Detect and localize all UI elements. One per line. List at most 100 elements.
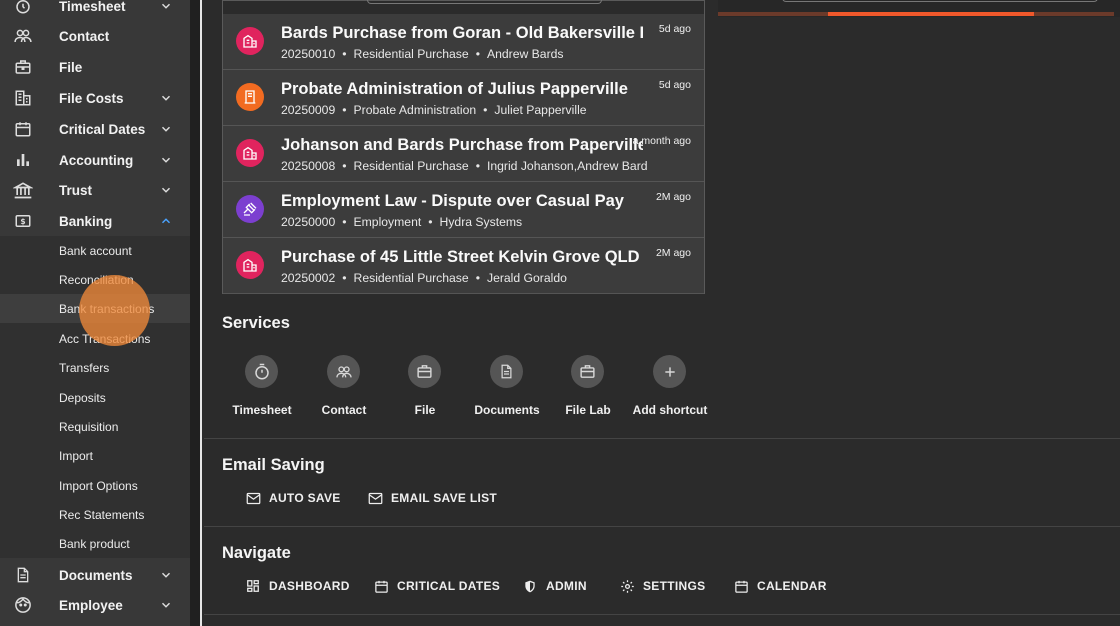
stopwatch-icon: [12, 0, 34, 17]
progress-bar-fill: [828, 12, 1034, 16]
submenu-item-label: Acc Transactions: [59, 331, 151, 346]
sidebar-item-file-costs[interactable]: File Costs: [0, 83, 190, 113]
admin-button[interactable]: ADMIN: [522, 572, 587, 600]
sidebar-item-banking[interactable]: $ Banking: [0, 206, 190, 236]
sidebar-item-timesheet[interactable]: Timesheet: [0, 0, 190, 21]
separator-dot: •: [475, 159, 480, 173]
residential-icon: [236, 139, 264, 167]
shortcut-timesheet[interactable]: Timesheet: [217, 355, 307, 420]
chevron-down-icon: [161, 187, 171, 193]
face-icon: [12, 594, 34, 616]
critical-dates-button[interactable]: CRITICAL DATES: [373, 572, 500, 600]
settings-button[interactable]: SETTINGS: [619, 572, 705, 600]
shortcut-add[interactable]: Add shortcut: [625, 355, 715, 420]
submenu-item-bank-transactions[interactable]: Bank transactions: [0, 294, 190, 323]
sidebar-item-documents[interactable]: Documents: [0, 560, 190, 590]
services-title: Services: [222, 314, 290, 332]
file-list-item[interactable]: Bards Purchase from Goran - Old Bakersvi…: [223, 14, 704, 70]
file-type: Residential Purchase: [353, 271, 469, 285]
bank-icon: [12, 179, 34, 201]
sidebar-item-trust[interactable]: Trust: [0, 175, 190, 205]
briefcase-icon: [408, 355, 441, 388]
shortcut-documents[interactable]: Documents: [462, 355, 552, 420]
progress-bar: [718, 12, 1114, 16]
file-timestamp: 2M ago: [655, 191, 691, 203]
separator-dot: •: [475, 47, 480, 61]
bar-chart-icon: [12, 149, 34, 171]
dollar-bill-icon: $: [12, 210, 34, 232]
mail-icon: [245, 490, 261, 506]
divider: [204, 438, 1120, 439]
shortcut-label: Timesheet: [232, 403, 292, 417]
calendar-button[interactable]: CALENDAR: [733, 572, 827, 600]
submenu-item-label: Bank transactions: [59, 301, 155, 316]
file-timestamp: 2M ago: [655, 247, 691, 259]
button-label: AUTO SAVE: [269, 491, 341, 505]
file-list-item[interactable]: Johanson and Bards Purchase from Papervi…: [223, 126, 704, 182]
submenu-item-bank-product[interactable]: Bank product: [0, 529, 190, 558]
submenu-item-transfers[interactable]: Transfers: [0, 353, 190, 382]
sidebar-item-label: Trust: [59, 182, 93, 198]
file-title: Bards Purchase from Goran - Old Bakersvi…: [281, 24, 643, 42]
submenu-item-import-options[interactable]: Import Options: [0, 471, 190, 500]
submenu-item-rec-statements[interactable]: Rec Statements: [0, 500, 190, 529]
separator-dot: •: [342, 47, 347, 61]
chevron-down-icon: [161, 95, 171, 101]
submenu-item-acc-transactions[interactable]: Acc Transactions: [0, 324, 190, 353]
button-label: EMAIL SAVE LIST: [391, 491, 498, 505]
gavel-icon: [236, 195, 264, 223]
submenu-item-label: Rec Statements: [59, 507, 145, 522]
submenu-item-label: Reconciliation: [59, 272, 134, 287]
email-save-list-button[interactable]: EMAIL SAVE LIST: [367, 484, 497, 512]
file-title: Probate Administration of Julius Papperv…: [281, 80, 628, 98]
submenu-item-label: Transfers: [59, 360, 110, 375]
file-title: Johanson and Bards Purchase from Papervi…: [281, 136, 643, 154]
sidebar-item-contact[interactable]: Contact: [0, 21, 190, 51]
file-list-item[interactable]: Employment Law - Dispute over Casual Pay…: [223, 182, 704, 238]
file-number: 20250008: [281, 159, 336, 173]
chevron-down-icon: [161, 3, 171, 9]
submenu-item-reconciliation[interactable]: Reconciliation: [0, 265, 190, 294]
shortcut-file[interactable]: File: [380, 355, 470, 420]
submenu-item-label: Import: [59, 448, 94, 463]
file-meta: 20250002 • Residential Purchase • Jerald Gor…: [281, 271, 567, 285]
file-title: Employment Law - Dispute over Casual Pay: [281, 192, 624, 210]
submenu-item-label: Import Options: [59, 478, 138, 493]
mail-icon: [367, 490, 383, 506]
file-timestamp: 5d ago: [658, 79, 691, 91]
calendar-icon: [733, 578, 749, 594]
submenu-item-bank-account[interactable]: Bank account: [0, 236, 190, 265]
shortcut-label: Documents: [474, 403, 540, 417]
separator-dot: •: [342, 159, 347, 173]
dashboard-icon: [245, 578, 261, 594]
submenu-item-label: Deposits: [59, 390, 106, 405]
file-type: Employment: [353, 215, 422, 229]
shortcut-label: File: [414, 403, 436, 417]
shortcut-contact[interactable]: Contact: [299, 355, 389, 420]
sidebar-item-file[interactable]: File: [0, 52, 190, 82]
dashboard-button[interactable]: DASHBOARD: [245, 572, 350, 600]
button-label: CALENDAR: [757, 579, 827, 593]
sidebar-item-employee[interactable]: Employee: [0, 590, 190, 620]
submenu-item-deposits[interactable]: Deposits: [0, 383, 190, 412]
plus-icon: [653, 355, 686, 388]
file-type: Residential Purchase: [353, 47, 469, 61]
submenu-item-requisition[interactable]: Requisition: [0, 412, 190, 441]
shortcut-file-lab[interactable]: File Lab: [543, 355, 633, 420]
file-number: 20250000: [281, 215, 336, 229]
file-list-item[interactable]: Purchase of 45 Little Street Kelvin Grov…: [223, 238, 704, 294]
chevron-down-icon: [161, 602, 171, 608]
sidebar-item-critical-dates[interactable]: Critical Dates: [0, 114, 190, 144]
people-icon: [12, 25, 34, 47]
auto-save-button[interactable]: AUTO SAVE: [245, 484, 341, 512]
separator-dot: •: [428, 215, 433, 229]
file-meta: 20250010 • Residential Purchase • Andrew Bar…: [281, 47, 564, 61]
file-title: Purchase of 45 Little Street Kelvin Grov…: [281, 248, 640, 266]
submenu-item-import[interactable]: Import: [0, 441, 190, 470]
file-client: Jerald Goraldo: [486, 271, 567, 285]
right-panel: [718, 0, 1120, 17]
sidebar-item-accounting[interactable]: Accounting: [0, 145, 190, 175]
button-label: CRITICAL DATES: [397, 579, 501, 593]
sidebar-item-label: Accounting: [59, 152, 134, 168]
file-list-item[interactable]: Probate Administration of Julius Papperv…: [223, 70, 704, 126]
